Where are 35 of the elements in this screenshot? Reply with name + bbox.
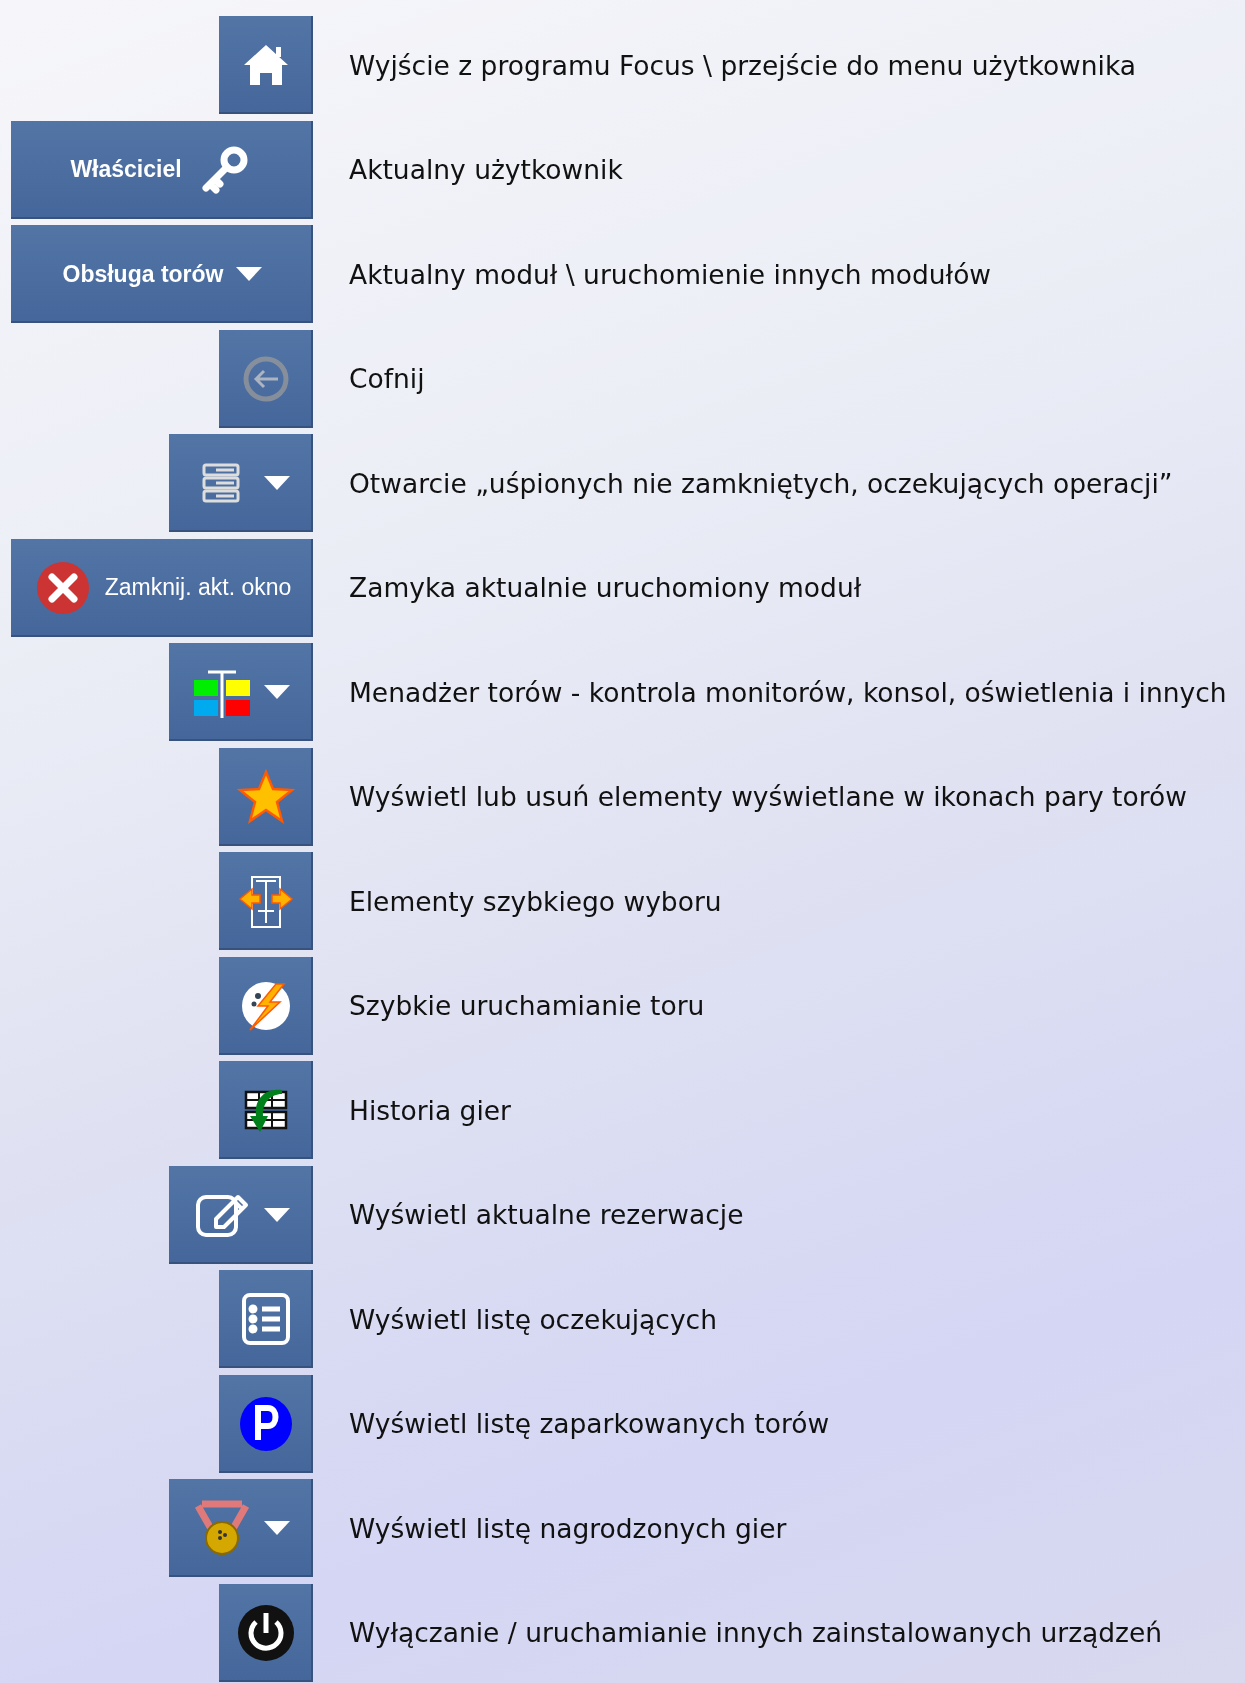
toolbar-button[interactable]: Właściciel [11,120,313,219]
caret-icon [264,476,290,491]
description-text: Wyświetl aktualne rezerwacje [349,1199,744,1231]
power-icon [236,1602,296,1663]
description-text: Aktualny użytkownik [349,154,623,186]
caret-icon [264,685,290,700]
caret-icon [264,1207,290,1222]
toolbar-button[interactable] [169,1165,313,1264]
toolbar-button[interactable]: Zamknij. akt. okno [11,538,313,637]
description-text: Wyświetl listę zaparkowanych torów [349,1408,830,1440]
toolbar-button[interactable] [169,643,313,742]
toolbar-button[interactable] [219,956,313,1055]
description-text: Aktualny moduł \ uruchomienie innych modułów [349,258,992,290]
toolbar-button[interactable] [219,1061,313,1160]
toolbar-button[interactable] [219,16,313,115]
caret-icon [235,267,262,282]
toolbar-button[interactable] [219,1374,313,1473]
description-text: Cofnij [349,363,425,395]
description-text: Historia gier [349,1094,511,1126]
description-text: Szybkie uruchamianie toru [349,990,705,1022]
toolbar-button[interactable] [219,1270,313,1369]
description-text: Wyświetl lub usuń elementy wyświetlane w ikonach pary torów [349,781,1187,813]
caret-icon [264,1521,290,1536]
toolbar-button[interactable] [219,852,313,951]
description-text: Menadżer torów - kontrola monitorów, konsol, oświetlenia i innych [349,676,1227,708]
description-text: Zamyka aktualnie uruchomiony moduł [349,572,862,604]
toolbar-button[interactable] [219,1583,313,1682]
toolbar-button[interactable]: Obsługa torów [11,225,313,324]
toolbar-button[interactable] [169,434,313,533]
description-text: Wyłączanie / uruchamianie innych zainstalowanych urządzeń [349,1617,1163,1649]
description-text: Elementy szybkiego wyboru [349,885,722,917]
description-text: Wyjście z programu Focus \ przejście do menu użytkownika [349,49,1137,81]
description-text: Wyświetl listę oczekujących [349,1303,717,1335]
description-text: Otwarcie „uśpionych nie zamkniętych, oczekujących operacji” [349,467,1173,499]
description-text: Wyświetl listę nagrodzonych gier [349,1512,787,1544]
